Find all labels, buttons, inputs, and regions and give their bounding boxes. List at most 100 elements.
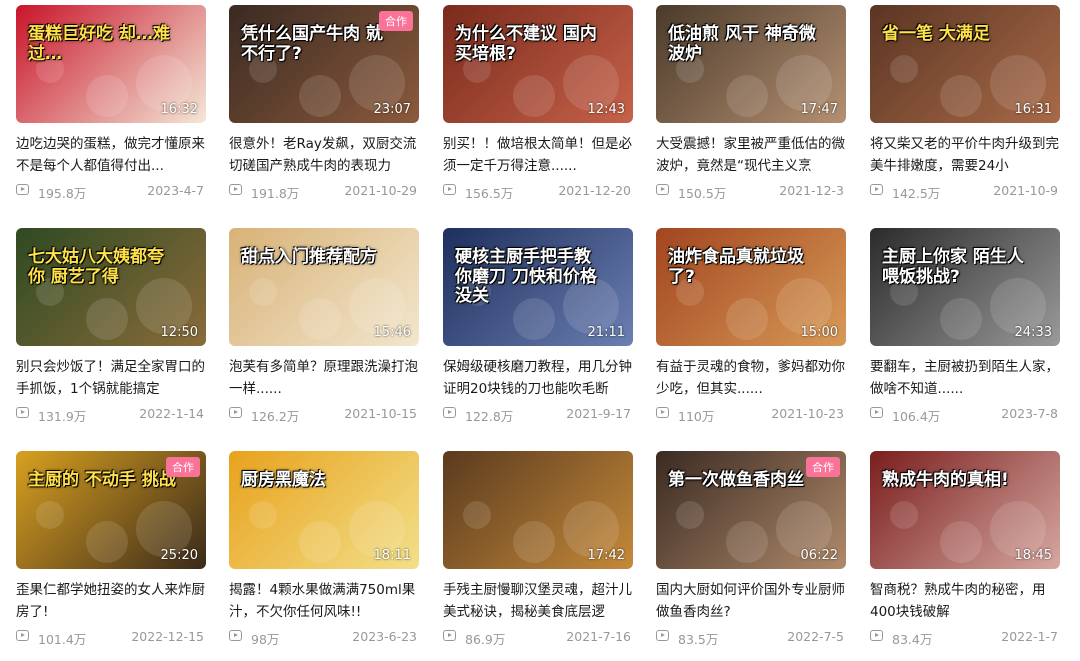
video-title[interactable]: 揭露！4颗水果做满满750ml果汁，不欠你任何风味!! [229,579,419,623]
publish-date: 2022-7-5 [787,629,844,644]
video-card[interactable]: 凭什么国产牛肉 就不行了? 合作 23:07 很意外！老Ray发飙，双厨交流切磋国产熟… [229,5,419,215]
play-count-icon [443,630,456,641]
video-thumbnail[interactable]: 油炸食品真就垃圾了? 15:00 [656,228,846,346]
video-thumbnail[interactable]: 主厨上你家 陌生人喂饭挑战? 24:33 [870,228,1060,346]
publish-date: 2021-12-3 [779,183,844,198]
view-count: 83.5万 [678,632,719,647]
publish-date: 2022-1-7 [1001,629,1058,644]
thumbnail-decoration [726,521,768,563]
publish-date: 2021-10-15 [344,406,417,421]
collab-badge: 合作 [379,11,413,31]
video-thumbnail[interactable]: 七大姑八大姨都夸你 厨艺了得 12:50 [16,228,206,346]
video-title[interactable]: 手残主厨慢聊汉堡灵魂，超汁儿美式秘诀，揭秘美食底层逻 [443,579,633,623]
video-thumbnail[interactable]: 熟成牛肉的真相! 18:45 [870,451,1060,569]
video-meta: 106.4万 2023-7-8 [870,406,1060,424]
video-card[interactable]: 第一次做鱼香肉丝 合作 06:22 国内大厨如何评价国外专业厨师做鱼香肉丝? 83.5万… [656,451,846,661]
thumbnail-caption: 为什么不建议 国内买培根? [455,24,597,64]
view-count: 86.9万 [465,632,506,647]
play-count-icon [870,184,883,195]
video-card[interactable]: 油炸食品真就垃圾了? 15:00 有益于灵魂的食物，爹妈都劝你少吃，但其实.....… [656,228,846,438]
video-card[interactable]: 为什么不建议 国内买培根? 12:43 别买！！做培根太简单！但是必须一定千万得注意… [443,5,633,215]
video-card[interactable]: 主厨上你家 陌生人喂饭挑战? 24:33 要翻车，主厨被扔到陌生人家，做啥不知道..… [870,228,1060,438]
play-count-icon [16,630,29,641]
thumbnail-decoration [940,521,982,563]
publish-date: 2023-7-8 [1001,406,1058,421]
thumbnail-decoration [86,75,128,117]
thumbnail-decoration [86,521,128,563]
video-thumbnail[interactable]: 17:42 [443,451,633,569]
video-duration: 16:32 [160,102,198,117]
video-duration: 18:45 [1014,548,1052,563]
video-title[interactable]: 别买！！做培根太简单！但是必须一定千万得注意...... [443,133,633,177]
video-card[interactable]: 蛋糕巨好吃 却…难过… 16:32 边吃边哭的蛋糕，做完才懂原来不是每个人都值得付出… [16,5,206,215]
video-title[interactable]: 别只会炒饭了！满足全家胃口的手抓饭，1个锅就能搞定 [16,356,206,400]
thumbnail-decoration [36,501,64,529]
video-thumbnail[interactable]: 硬核主厨手把手教你磨刀 刀快和价格没关 21:11 [443,228,633,346]
video-title[interactable]: 歪果仁都学她扭姿的女人来炸厨房了! [16,579,206,623]
video-title[interactable]: 保姆级硬核磨刀教程，用几分钟证明20块钱的刀也能吹毛断 [443,356,633,400]
video-thumbnail[interactable]: 低油煎 风干 神奇微波炉 17:47 [656,5,846,123]
video-thumbnail[interactable]: 第一次做鱼香肉丝 合作 06:22 [656,451,846,569]
video-title[interactable]: 要翻车，主厨被扔到陌生人家，做啥不知道...... [870,356,1060,400]
video-meta: 150.5万 2021-12-3 [656,183,846,201]
video-card[interactable]: 甜点入门推荐配方 15:46 泡芙有多简单？原理跟洗澡打泡一样...... 126.2… [229,228,419,438]
video-title[interactable]: 国内大厨如何评价国外专业厨师做鱼香肉丝? [656,579,846,623]
video-meta: 110万 2021-10-23 [656,406,846,424]
video-title[interactable]: 有益于灵魂的食物，爹妈都劝你少吃，但其实...... [656,356,846,400]
video-card[interactable]: 硬核主厨手把手教你磨刀 刀快和价格没关 21:11 保姆级硬核磨刀教程，用几分钟证明… [443,228,633,438]
video-meta: 195.8万 2023-4-7 [16,183,206,201]
video-duration: 23:07 [373,102,411,117]
publish-date: 2021-7-16 [566,629,631,644]
video-card[interactable]: 厨房黑魔法 18:11 揭露！4颗水果做满满750ml果汁，不欠你任何风味!! 98万… [229,451,419,661]
video-duration: 21:11 [587,325,625,340]
video-card[interactable]: 17:42 手残主厨慢聊汉堡灵魂，超汁儿美式秘诀，揭秘美食底层逻 86.9万 2021… [443,451,633,661]
video-thumbnail[interactable]: 省一笔 大满足 16:31 [870,5,1060,123]
video-card[interactable]: 省一笔 大满足 16:31 将又柴又老的平价牛肉升级到完美牛排嫩度，需要24小 142… [870,5,1060,215]
thumbnail-decoration [299,521,341,563]
video-card[interactable]: 低油煎 风干 神奇微波炉 17:47 大受震撼！家里被严重低估的微波炉，竟然是“现代… [656,5,846,215]
video-duration: 17:47 [800,102,838,117]
thumbnail-decoration [249,501,277,529]
publish-date: 2023-4-7 [147,183,204,198]
video-thumbnail[interactable]: 凭什么国产牛肉 就不行了? 合作 23:07 [229,5,419,123]
video-title[interactable]: 泡芙有多简单？原理跟洗澡打泡一样...... [229,356,419,400]
publish-date: 2021-10-29 [344,183,417,198]
play-count-icon [443,184,456,195]
thumbnail-decoration [299,298,341,340]
video-meta: 122.8万 2021-9-17 [443,406,633,424]
view-count: 106.4万 [892,409,941,424]
video-title[interactable]: 大受震撼！家里被严重低估的微波炉，竟然是“现代主义烹 [656,133,846,177]
play-count-icon [229,184,242,195]
video-thumbnail[interactable]: 蛋糕巨好吃 却…难过… 16:32 [16,5,206,123]
publish-date: 2022-12-15 [131,629,204,644]
video-title[interactable]: 边吃边哭的蛋糕，做完才懂原来不是每个人都值得付出... [16,133,206,177]
thumbnail-decoration [940,75,982,117]
video-thumbnail[interactable]: 厨房黑魔法 18:11 [229,451,419,569]
view-count: 156.5万 [465,186,514,201]
video-title[interactable]: 很意外！老Ray发飙，双厨交流切磋国产熟成牛肉的表现力 [229,133,419,177]
video-thumbnail[interactable]: 为什么不建议 国内买培根? 12:43 [443,5,633,123]
video-card[interactable]: 熟成牛肉的真相! 18:45 智商税？熟成牛肉的秘密，用400块钱破解 83.4万 20… [870,451,1060,661]
thumbnail-caption: 主厨的 不动手 挑战 [28,470,176,490]
thumbnail-decoration [726,75,768,117]
thumbnail-decoration [249,278,277,306]
thumbnail-caption: 低油煎 风干 神奇微波炉 [668,24,816,64]
video-thumbnail[interactable]: 甜点入门推荐配方 15:46 [229,228,419,346]
view-count: 110万 [678,409,715,424]
video-card[interactable]: 主厨的 不动手 挑战 合作 25:20 歪果仁都学她扭姿的女人来炸厨房了! 101.4万… [16,451,206,661]
thumbnail-decoration [513,521,555,563]
video-meta: 142.5万 2021-10-9 [870,183,1060,201]
play-count-icon [656,630,669,641]
play-count-icon [870,630,883,641]
video-title[interactable]: 智商税？熟成牛肉的秘密，用400块钱破解 [870,579,1060,623]
video-card[interactable]: 七大姑八大姨都夸你 厨艺了得 12:50 别只会炒饭了！满足全家胃口的手抓饭，1个锅… [16,228,206,438]
thumbnail-caption: 凭什么国产牛肉 就不行了? [241,24,383,64]
thumbnail-decoration [86,298,128,340]
publish-date: 2021-12-20 [558,183,631,198]
play-count-icon [229,630,242,641]
video-duration: 17:42 [587,548,625,563]
thumbnail-caption: 硬核主厨手把手教你磨刀 刀快和价格没关 [455,247,597,307]
play-count-icon [656,184,669,195]
video-thumbnail[interactable]: 主厨的 不动手 挑战 合作 25:20 [16,451,206,569]
video-title[interactable]: 将又柴又老的平价牛肉升级到完美牛排嫩度，需要24小 [870,133,1060,177]
